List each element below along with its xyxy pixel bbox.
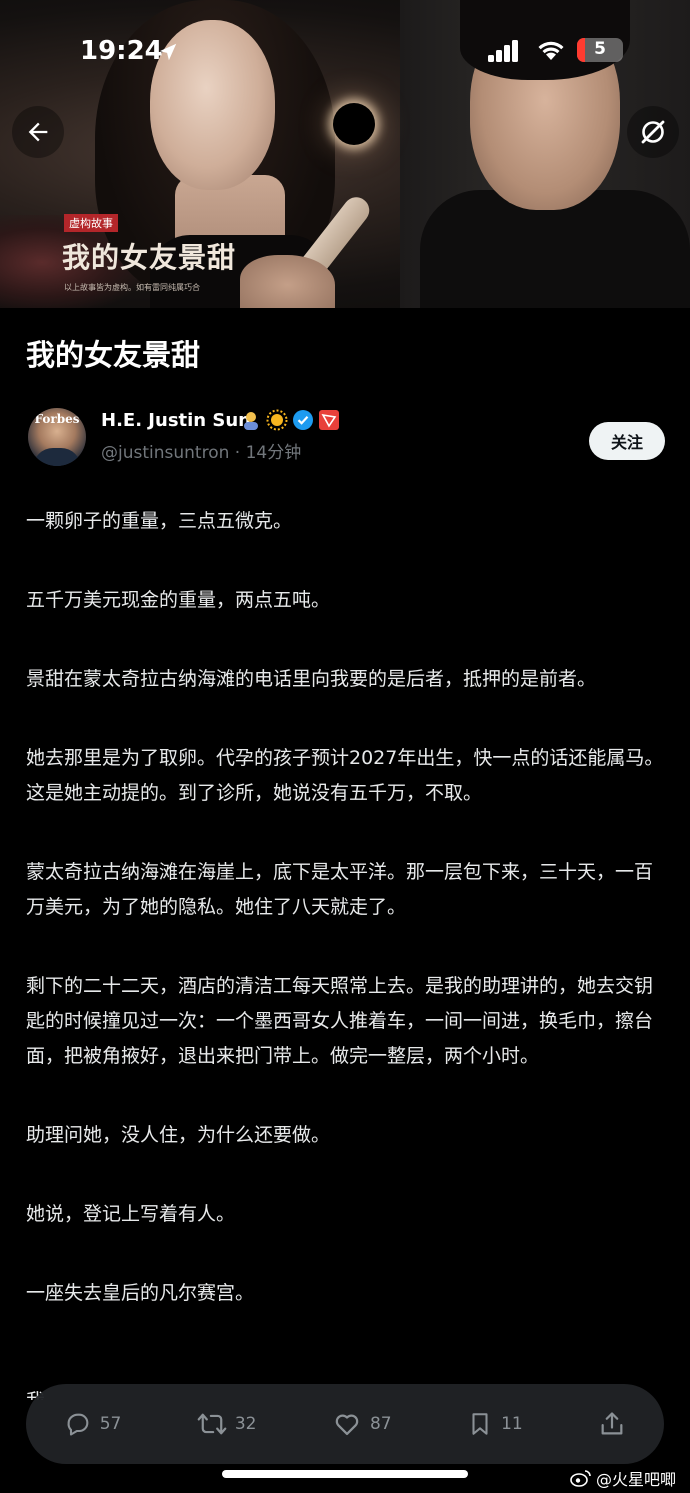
repost-icon [197, 1413, 227, 1435]
bookmark-button[interactable]: 11 [467, 1410, 523, 1438]
cellular-signal-icon [488, 40, 518, 62]
repost-count: 32 [234, 1414, 257, 1434]
repost-button[interactable]: 32 [197, 1410, 257, 1438]
grok-icon [641, 120, 665, 144]
eclipse-graphic [333, 103, 375, 145]
grok-button[interactable] [627, 106, 679, 158]
avatar[interactable]: Forbes [28, 408, 86, 466]
person-emoji-icon [240, 409, 262, 431]
verified-badge-icon [292, 409, 314, 431]
paragraph: 助理问她，没人住，为什么还要做。 [26, 1124, 331, 1146]
like-button[interactable]: 87 [332, 1410, 392, 1438]
sun-emoji-icon [266, 409, 288, 431]
paragraph: 一颗卵子的重量，三点五微克。 [26, 510, 293, 532]
post-time: · 14分钟 [229, 443, 302, 463]
like-count: 87 [369, 1414, 392, 1434]
poster-tag: 虚构故事 [64, 214, 118, 232]
follow-button[interactable]: 关注 [589, 422, 665, 460]
wifi-icon [538, 41, 564, 60]
status-bar: 19:24 5 [0, 0, 690, 100]
bookmark-count: 11 [501, 1414, 523, 1434]
author-name[interactable]: H.E. Justin Sun [101, 410, 251, 431]
poster-title: 我的女友景甜 [62, 241, 237, 274]
watermark: @火星吧唧 [570, 1466, 676, 1490]
author-handle: @justinsuntron · 14分钟 [101, 443, 302, 463]
bookmark-icon [472, 1413, 488, 1435]
reply-count: 57 [99, 1414, 122, 1434]
tron-logo-icon [318, 409, 340, 431]
paragraph: 剩下的二十二天，酒店的清洁工每天照常上去。是我的助理讲的，她去交钥匙的时候撞见过… [26, 975, 654, 1067]
reply-button[interactable]: 57 [64, 1410, 122, 1438]
article-title: 我的女友景甜 [26, 338, 201, 372]
weibo-logo-icon [570, 1470, 591, 1487]
share-button[interactable] [598, 1410, 626, 1438]
paragraph: 景甜在蒙太奇拉古纳海滩的电话里向我要的是后者，抵押的是前者。 [26, 668, 597, 690]
reply-icon [67, 1413, 89, 1436]
share-icon [601, 1412, 623, 1435]
paragraph: 五千万美元现金的重量，两点五吨。 [26, 589, 331, 611]
author-badges [240, 409, 340, 431]
location-arrow-icon [159, 43, 177, 61]
poster-subtitle: 以上故事皆为虚构。如有雷同纯属巧合 [64, 283, 200, 292]
article-body: 一颗卵子的重量，三点五微克。 五千万美元现金的重量，两点五吨。 景甜在蒙太奇拉古… [26, 504, 666, 1355]
status-time: 19:24 [80, 36, 163, 66]
battery-indicator: 5 [577, 38, 623, 62]
paragraph: 蒙太奇拉古纳海滩在海崖上，底下是太平洋。那一层包下来，三十天，一百万美元，为了她… [26, 861, 654, 918]
paragraph: 她说，登记上写着有人。 [26, 1203, 236, 1225]
paragraph: 一座失去皇后的凡尔赛宫。 [26, 1282, 255, 1304]
paragraph: 她去那里是为了取卵。代孕的孩子预计2027年出生，快一点的话还能属马。这是她主动… [26, 747, 664, 804]
home-indicator [222, 1470, 468, 1478]
heart-icon [335, 1414, 359, 1436]
action-bar: 57 32 87 11 [26, 1384, 664, 1464]
back-arrow-icon [28, 122, 48, 142]
back-button[interactable] [12, 106, 64, 158]
